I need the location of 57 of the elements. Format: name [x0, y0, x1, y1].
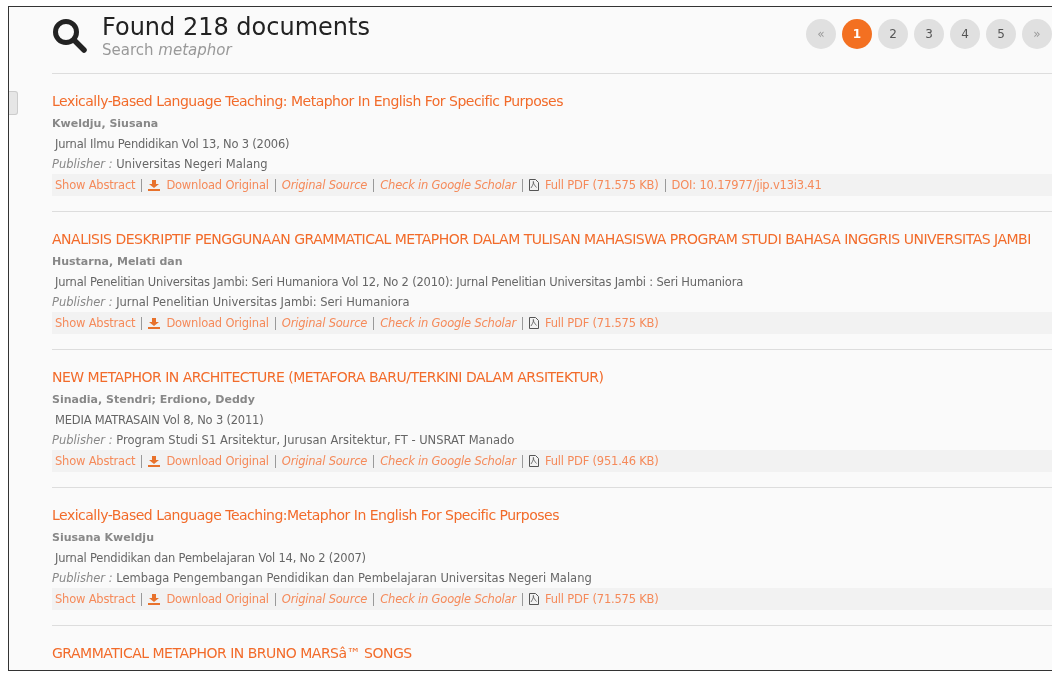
- pdf-file-icon: [528, 317, 539, 329]
- pdf-file-icon: [528, 593, 539, 605]
- document-link[interactable]: Original Source: [281, 314, 368, 332]
- document-title-link[interactable]: GRAMMATICAL METAPHOR IN BRUNO MARSâ™ SONGS: [52, 644, 412, 662]
- publisher-text: Publisher : Program Studi S1 Arsitektur, Jurusan Arsitektur, FT - UNSRAT Manado: [52, 432, 516, 449]
- pdf-file-icon: [528, 179, 539, 191]
- side-tab[interactable]: [9, 91, 18, 115]
- download-icon: [148, 317, 161, 329]
- document-link[interactable]: Original Source: [281, 452, 368, 470]
- document-link[interactable]: Check in Google Scholar: [380, 176, 516, 194]
- publisher-text: Publisher : Jurnal Penelitian Universitas Jambi: Seri Humaniora: [52, 294, 411, 311]
- document-link[interactable]: DOI: 10.17977/jip.v13i3.41: [671, 176, 822, 194]
- document-link[interactable]: Check in Google Scholar: [380, 314, 516, 332]
- pdf-link[interactable]: Full PDF (951.46 KB): [544, 452, 659, 470]
- page-button[interactable]: 5: [986, 19, 1016, 49]
- document-link[interactable]: Show Abstract: [55, 590, 136, 608]
- document-title-link[interactable]: Lexically-Based Language Teaching: Metaphor In English For Specific Purposes: [52, 92, 563, 110]
- authors-text: Kweldju, Siusana: [52, 116, 160, 132]
- document-title-link[interactable]: NEW METAPHOR IN ARCHITECTURE (METAFORA BARU/TERKINI DALAM ARSITEKTUR): [52, 368, 604, 386]
- pdf-link[interactable]: Full PDF (71.575 KB): [544, 314, 659, 332]
- page-button[interactable]: 1: [842, 19, 872, 49]
- document-link[interactable]: Show Abstract: [55, 452, 136, 470]
- document-link[interactable]: Original Source: [281, 590, 368, 608]
- journal-text: Jurnal Penelitian Universitas Jambi: Seri Humaniora Vol 12, No 2 (2010): Jurnal Penelitian Universitas Jambi : Seri Humaniora: [53, 274, 745, 291]
- publisher-text: Publisher : Lembaga Pengembangan Pendidikan dan Pembelajaran Universitas Negeri Malang: [52, 570, 593, 587]
- document-link[interactable]: Show Abstract: [55, 314, 136, 332]
- search-query-text: Search metaphor: [102, 41, 234, 59]
- page-button[interactable]: 2: [878, 19, 908, 49]
- document-title-link[interactable]: Lexically-Based Language Teaching:Metaphor In English For Specific Purposes: [52, 506, 559, 524]
- authors-text: Siusana Kweldju: [52, 530, 155, 546]
- pdf-file-icon: [528, 455, 539, 467]
- pdf-link[interactable]: Full PDF (71.575 KB): [544, 590, 659, 608]
- publisher-text: Publisher : Universitas Negeri Malang: [52, 156, 269, 173]
- next-page-button[interactable]: »: [1022, 19, 1052, 49]
- pdf-link[interactable]: Full PDF (71.575 KB): [544, 176, 659, 194]
- download-link[interactable]: Download Original: [166, 590, 269, 608]
- previous-page-button[interactable]: «: [806, 19, 836, 49]
- journal-text: Jurnal Pendidikan dan Pembelajaran Vol 14, No 2 (2007): [53, 550, 367, 567]
- download-link[interactable]: Download Original: [166, 452, 269, 470]
- page-button[interactable]: 3: [914, 19, 944, 49]
- download-icon: [148, 179, 161, 191]
- authors-text: Hustarna, Melati dan: [52, 254, 184, 270]
- journal-text: MEDIA MATRASAIN Vol 8, No 3 (2011): [54, 412, 265, 429]
- search-icon: [52, 18, 88, 54]
- journal-text: Jurnal Ilmu Pendidikan Vol 13, No 3 (2006): [53, 136, 291, 153]
- document-link[interactable]: Check in Google Scholar: [380, 452, 516, 470]
- document-link[interactable]: Original Source: [281, 176, 368, 194]
- document-link[interactable]: Show Abstract: [55, 176, 136, 194]
- document-title-link[interactable]: ANALISIS DESKRIPTIF PENGGUNAAN GRAMMATICAL METAPHOR DALAM TULISAN MAHASISWA PROGRAM STUDI BAHASA INGGRIS UNIVERSITAS JAMBI: [52, 230, 1031, 248]
- authors-text: Sinadia, Stendri; Erdiono, Deddy: [52, 392, 256, 408]
- download-link[interactable]: Download Original: [166, 314, 269, 332]
- results-count-heading: Found 218 documents: [102, 13, 370, 41]
- page-button[interactable]: 4: [950, 19, 980, 49]
- download-icon: [148, 455, 161, 467]
- download-link[interactable]: Download Original: [166, 176, 269, 194]
- download-icon: [148, 593, 161, 605]
- document-link[interactable]: Check in Google Scholar: [380, 590, 516, 608]
